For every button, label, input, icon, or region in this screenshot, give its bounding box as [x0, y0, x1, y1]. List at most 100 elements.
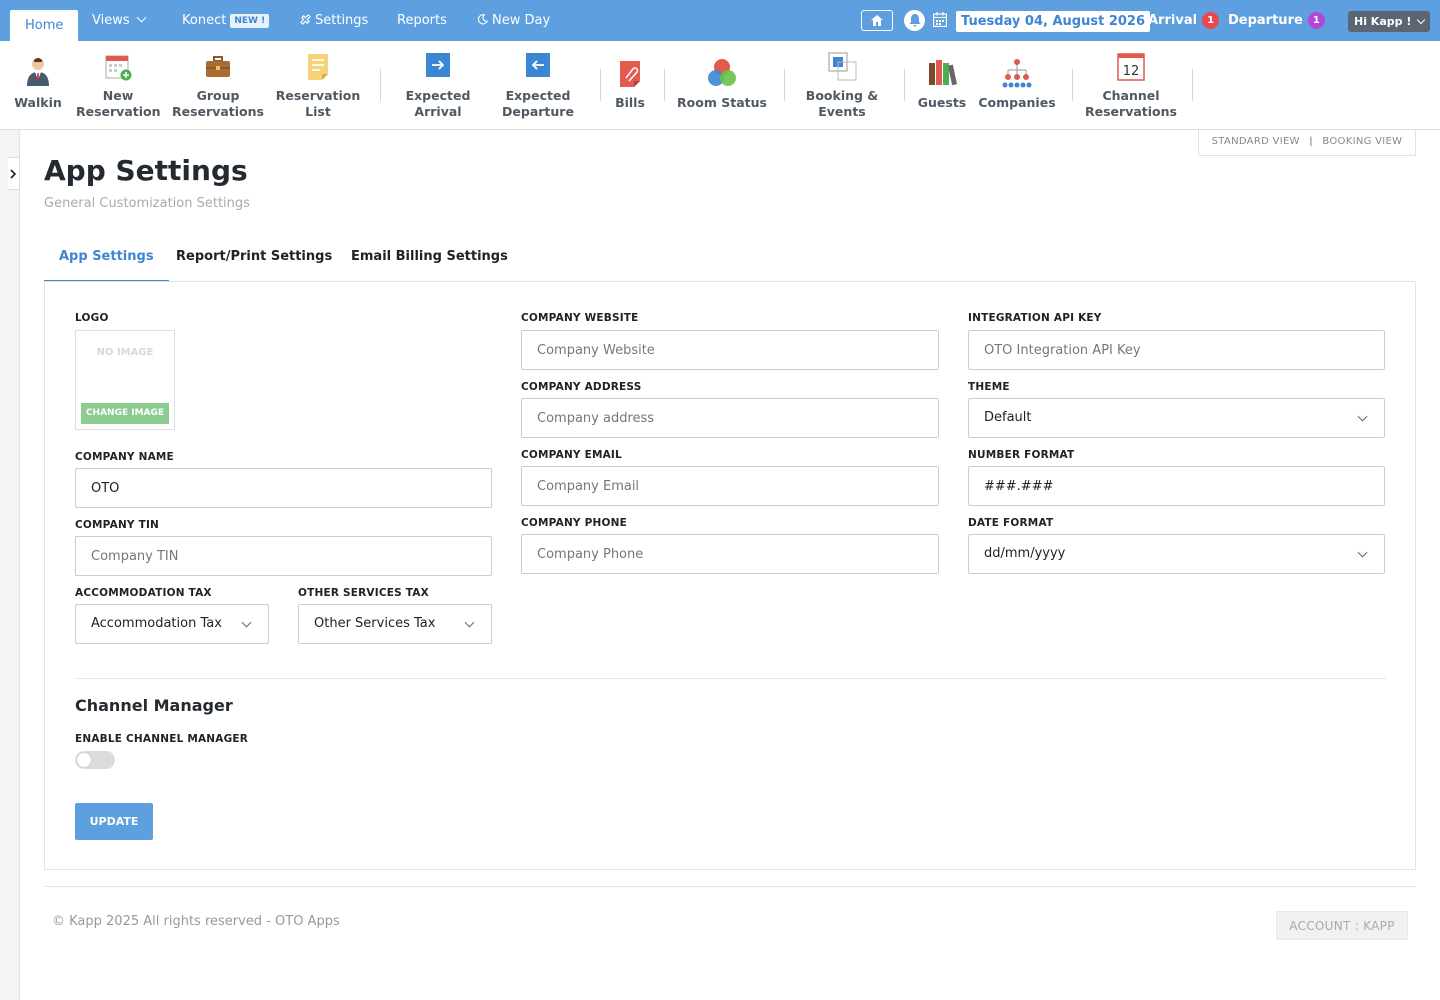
toolbar-channel-reservations-label-1: Channel — [1102, 88, 1160, 103]
accommodation-tax-value: Accommodation Tax — [91, 616, 222, 631]
room-status-circles-icon — [708, 59, 736, 86]
org-chart-icon — [1002, 59, 1032, 88]
toolbar-expected-departure[interactable]: Expected Departure — [496, 41, 580, 130]
toolbar-booking-events[interactable]: Booking & Events — [802, 41, 882, 130]
arrival-link[interactable]: Arrival 1 — [1148, 0, 1220, 41]
calendar-day-number: 12 — [1123, 64, 1140, 79]
toolbar-walkin-label: Walkin — [14, 95, 62, 110]
accommodation-tax-select[interactable]: Accommodation Tax — [75, 604, 269, 644]
settings-form-panel: LOGO NO IMAGE CHANGE IMAGE COMPANY NAME … — [44, 281, 1416, 870]
page-subtitle: General Customization Settings — [44, 196, 250, 211]
notifications-button[interactable] — [904, 10, 925, 31]
company-phone-input[interactable] — [521, 534, 939, 574]
tab-new-day[interactable]: New Day — [477, 0, 550, 41]
toolbar-companies[interactable]: Companies — [976, 41, 1058, 130]
current-date[interactable]: Tuesday 04, August 2026 — [956, 11, 1151, 32]
toolbar-expected-arrival-label-1: Expected — [405, 88, 471, 103]
user-greeting: Hi Kapp ! — [1354, 15, 1412, 28]
toolbar-guests[interactable]: Guests — [914, 41, 970, 130]
date-format-select[interactable]: dd/mm/yyyy — [968, 534, 1385, 574]
toolbar-booking-events-label-1: Booking & — [805, 88, 879, 103]
wrench-icon — [300, 14, 311, 25]
toolbar-divider — [1072, 69, 1073, 101]
chevron-down-icon — [1417, 15, 1426, 25]
company-email-label: COMPANY EMAIL — [521, 449, 622, 461]
tab-reports[interactable]: Reports — [397, 0, 447, 41]
moon-icon — [477, 14, 489, 25]
update-button[interactable]: UPDATE — [75, 803, 153, 840]
no-image-text: NO IMAGE — [96, 347, 154, 358]
main-content: STANDARD VIEW | BOOKING VIEW App Setting… — [20, 130, 1440, 1000]
standard-view-link[interactable]: STANDARD VIEW — [1212, 136, 1300, 147]
booking-view-link[interactable]: BOOKING VIEW — [1322, 136, 1402, 147]
toolbar-expected-arrival[interactable]: Expected Arrival — [398, 41, 478, 130]
integration-api-key-label: INTEGRATION API KEY — [968, 312, 1102, 324]
company-website-input[interactable] — [521, 330, 939, 370]
sidebar-toggle[interactable] — [8, 157, 20, 190]
toolbar-bills[interactable]: Bills — [610, 41, 650, 130]
bell-icon — [909, 14, 920, 27]
logo-preview: NO IMAGE CHANGE IMAGE — [75, 330, 175, 430]
company-phone-label: COMPANY PHONE — [521, 517, 627, 529]
company-tin-label: COMPANY TIN — [75, 519, 160, 531]
toolbar-group-reservations[interactable]: Group Reservations — [172, 41, 264, 130]
account-badge: ACCOUNT : KAPP — [1276, 911, 1408, 940]
toggle-knob — [77, 753, 91, 767]
company-website-label: COMPANY WEBSITE — [521, 312, 639, 324]
date-format-value: dd/mm/yyyy — [984, 546, 1066, 561]
toolbar-divider — [380, 69, 381, 101]
arrow-right-icon — [426, 53, 450, 77]
other-services-tax-select[interactable]: Other Services Tax — [298, 604, 492, 644]
home-button[interactable] — [861, 10, 893, 31]
toolbar-walkin[interactable]: Walkin — [8, 41, 68, 130]
toolbar-room-status[interactable]: Room Status — [676, 41, 768, 130]
date-format-label: DATE FORMAT — [968, 517, 1054, 529]
tab-home[interactable]: Home — [10, 10, 79, 41]
company-email-input[interactable] — [521, 466, 939, 506]
company-tin-input[interactable] — [75, 536, 492, 576]
toolbar-reservation-list-label-2: List — [305, 104, 331, 119]
departure-link[interactable]: Departure 1 — [1228, 0, 1325, 41]
home-icon — [871, 15, 883, 26]
quick-toolbar: Walkin New Reservation Group Reservation… — [0, 41, 1440, 130]
arrow-left-icon — [526, 53, 550, 77]
calendar-add-icon — [105, 55, 132, 81]
toolbar-booking-events-label-2: Events — [818, 104, 866, 119]
tab-settings[interactable]: Settings — [300, 0, 368, 41]
view-switch: STANDARD VIEW | BOOKING VIEW — [1198, 130, 1416, 156]
toolbar-room-status-label: Room Status — [677, 95, 767, 110]
theme-select[interactable]: Default — [968, 398, 1385, 438]
tab-report-print-settings[interactable]: Report/Print Settings — [176, 242, 332, 282]
tab-views[interactable]: Views — [92, 0, 147, 41]
toolbar-divider — [1192, 69, 1193, 101]
page-title: App Settings — [44, 154, 248, 187]
left-sidebar-collapsed — [0, 130, 20, 1000]
tab-home-label: Home — [25, 18, 64, 33]
enable-channel-manager-toggle[interactable] — [75, 751, 115, 769]
new-badge: NEW ! — [230, 13, 270, 28]
arrival-count-badge: 1 — [1202, 12, 1220, 29]
toolbar-reservation-list-label-1: Reservation — [275, 88, 361, 103]
departure-count-badge: 1 — [1307, 12, 1325, 29]
company-address-input[interactable] — [521, 398, 939, 438]
tab-email-billing-settings[interactable]: Email Billing Settings — [351, 242, 508, 282]
booking-squares-icon — [828, 52, 857, 81]
toolbar-companies-label: Companies — [978, 95, 1056, 110]
integration-api-key-input[interactable] — [968, 330, 1385, 370]
toolbar-expected-departure-label-2: Departure — [502, 104, 574, 119]
tab-app-settings[interactable]: App Settings — [44, 242, 169, 282]
toolbar-group-reservations-label-2: Reservations — [172, 104, 264, 119]
change-image-button[interactable]: CHANGE IMAGE — [81, 403, 169, 424]
channel-manager-title: Channel Manager — [75, 696, 233, 715]
tab-reports-label: Reports — [397, 13, 447, 28]
toolbar-new-reservation[interactable]: New Reservation — [76, 41, 161, 130]
number-format-input[interactable] — [968, 466, 1385, 506]
company-name-input[interactable] — [75, 468, 492, 508]
user-menu-button[interactable]: Hi Kapp ! — [1348, 11, 1430, 32]
tab-konect[interactable]: Konect NEW ! — [182, 0, 270, 41]
toolbar-channel-reservations[interactable]: 12 Channel Reservations — [1084, 41, 1178, 130]
toolbar-reservation-list[interactable]: Reservation List — [274, 41, 362, 130]
toolbar-expected-departure-label-1: Expected — [505, 88, 571, 103]
notes-list-icon — [308, 54, 328, 80]
walkin-person-icon — [27, 58, 49, 86]
